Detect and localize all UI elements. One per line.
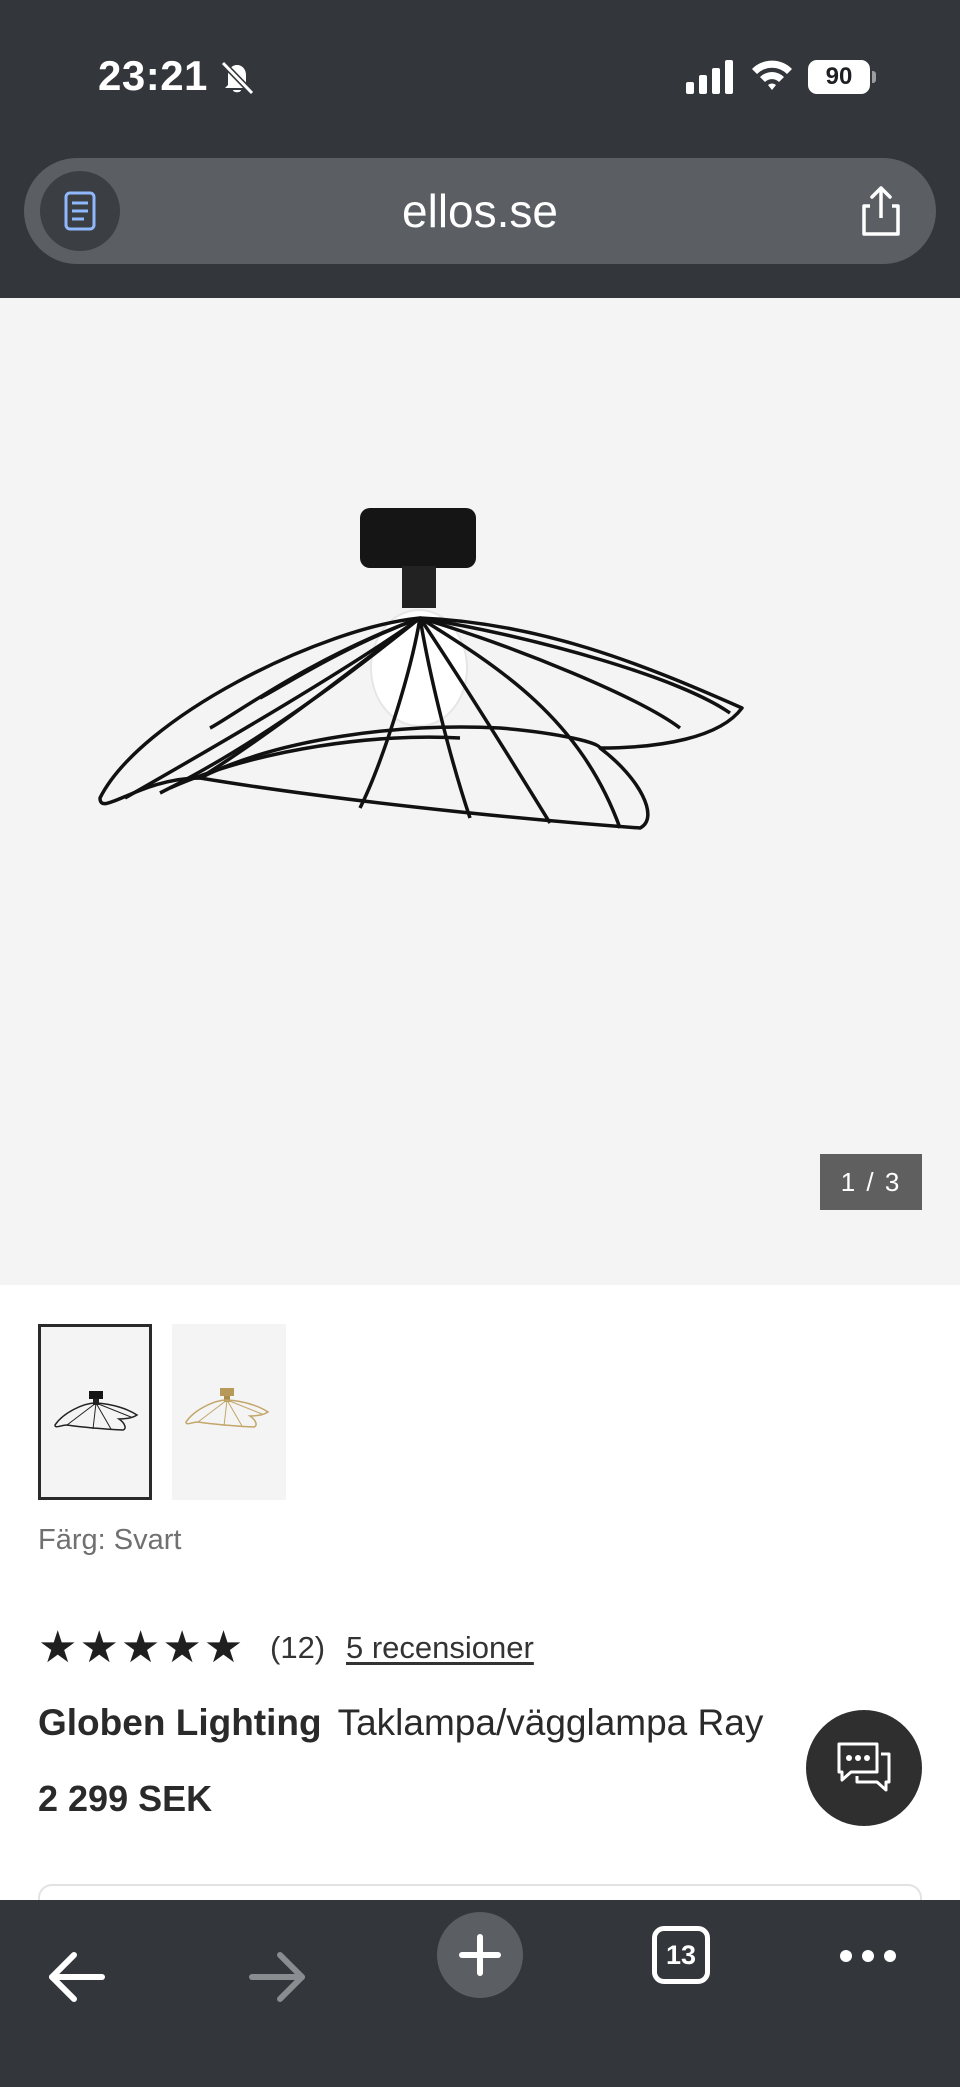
plus-icon (459, 1934, 501, 1976)
thumbnail-brass[interactable] (172, 1324, 286, 1500)
color-label: Färg: Svart (38, 1524, 182, 1556)
chat-button[interactable] (806, 1710, 922, 1826)
more-icon[interactable] (838, 1946, 898, 1966)
bell-slash-icon (220, 60, 255, 96)
thumbnail-black[interactable] (38, 1324, 152, 1500)
product-title: Globen Lighting Taklampa/vägglampa Ray (38, 1702, 763, 1744)
url-text[interactable]: ellos.se (24, 158, 936, 264)
browser-top-chrome: 23:21 90 ellos.se (0, 0, 960, 298)
black-lamp-thumbnail (54, 1391, 139, 1431)
tabs-button[interactable]: 13 (652, 1926, 710, 1984)
reader-button[interactable] (40, 171, 120, 251)
rating-count: (12) (270, 1630, 326, 1665)
rating-row: ★★★★★ (12) 5 recensioner (38, 1622, 738, 1672)
address-bar[interactable]: ellos.se (24, 158, 936, 264)
brass-lamp-thumbnail (185, 1388, 270, 1428)
product-name: Taklampa/vägglampa Ray (337, 1702, 764, 1743)
browser-toolbar: 13 (0, 1900, 960, 2087)
product-image-lamp[interactable] (80, 498, 760, 918)
rating-stars: ★★★★★ (38, 1623, 246, 1672)
product-price: 2 299 SEK (38, 1778, 213, 1819)
chat-icon (837, 1742, 891, 1792)
share-icon[interactable] (854, 184, 908, 238)
battery-tip (872, 71, 876, 83)
product-image-gallery[interactable]: 1 / 3 (0, 298, 960, 1285)
image-counter: 1 / 3 (820, 1154, 922, 1210)
battery-icon: 90 (808, 60, 876, 94)
page: 23:21 90 ellos.se 1 / 3 Färg: Svart ★★★★… (0, 0, 960, 2087)
battery-level: 90 (808, 60, 870, 94)
signal-icon (686, 60, 733, 94)
reviews-link[interactable]: 5 recensioner (346, 1630, 534, 1666)
reader-icon (64, 191, 96, 231)
back-arrow-icon[interactable] (46, 1950, 106, 2004)
product-brand[interactable]: Globen Lighting (38, 1702, 322, 1743)
status-time: 23:21 (98, 52, 208, 99)
forward-arrow-icon[interactable] (248, 1950, 308, 2004)
wifi-icon (752, 60, 792, 90)
new-tab-button[interactable] (437, 1912, 523, 1998)
